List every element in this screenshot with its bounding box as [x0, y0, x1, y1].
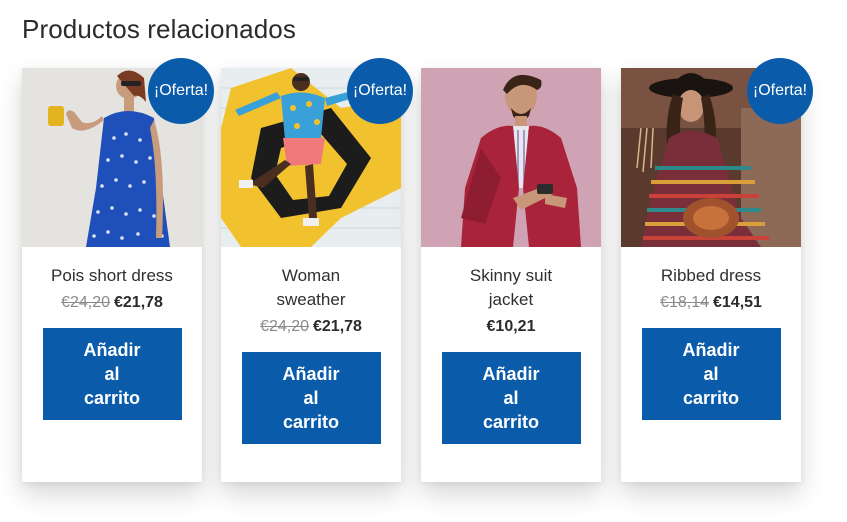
sale-price: €14,51	[713, 294, 762, 311]
card-body: Skinny suit jacket €10,21 Añadir al carr…	[421, 247, 601, 444]
card-body: Ribbed dress €18,14 €14,51 Añadir al carr…	[621, 247, 801, 420]
price: €24,20 €21,78	[239, 316, 383, 338]
sale-badge: ¡Oferta!	[747, 58, 813, 124]
section-title: Productos relacionados	[22, 14, 296, 44]
add-to-cart-button[interactable]: Añadir al carrito	[641, 328, 781, 420]
old-price: €24,20	[260, 318, 309, 335]
sale-badge: ¡Oferta!	[347, 58, 413, 124]
card-body: Woman sweather €24,20 €21,78 Añadir al ca…	[221, 247, 401, 444]
price: €10,21	[439, 316, 583, 338]
product-card[interactable]: Skinny suit jacket €10,21 Añadir al carr…	[421, 68, 601, 482]
price-value: €10,21	[486, 318, 536, 335]
add-to-cart-button[interactable]: Añadir al carrito	[241, 352, 381, 444]
add-to-cart-button[interactable]: Añadir al carrito	[441, 352, 581, 444]
product-image[interactable]	[421, 68, 601, 247]
sale-price: €21,78	[313, 318, 362, 335]
product-name[interactable]: Ribbed dress	[639, 264, 783, 288]
old-price: €18,14	[660, 294, 709, 311]
product-name[interactable]: Woman sweather	[239, 264, 383, 312]
product-card[interactable]: ¡Oferta! Pois short dress €24,20 €21,78 A…	[22, 58, 214, 482]
sale-badge: ¡Oferta!	[148, 58, 214, 124]
add-to-cart-button[interactable]: Añadir al carrito	[42, 328, 182, 420]
price: €24,20 €21,78	[40, 292, 184, 314]
card-body: Pois short dress €24,20 €21,78 Añadir al …	[22, 247, 202, 420]
product-name[interactable]: Skinny suit jacket	[439, 264, 583, 312]
product-name[interactable]: Pois short dress	[40, 264, 184, 288]
product-card[interactable]: ¡Oferta! Ribbed dress €18,14 €14,51 Añadi…	[621, 58, 813, 482]
price: €18,14 €14,51	[639, 292, 783, 314]
sale-price: €21,78	[114, 294, 163, 311]
product-card[interactable]: ¡Oferta! Woman sweather €24,20 €21,78 Aña…	[221, 58, 413, 482]
old-price: €24,20	[61, 294, 110, 311]
